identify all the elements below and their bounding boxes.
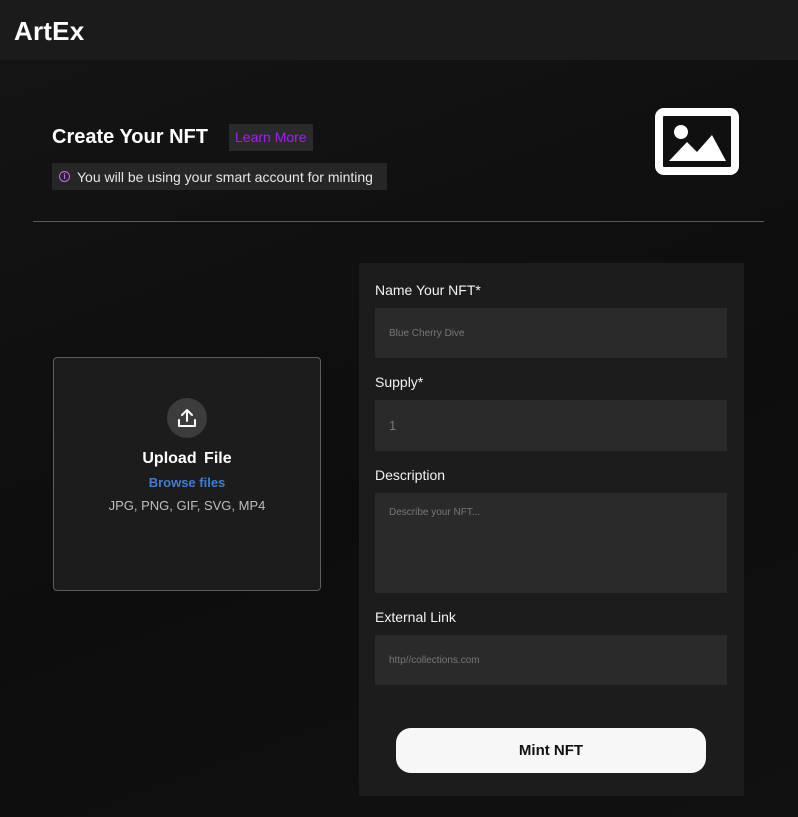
- upload-dropzone[interactable]: Upload File Browse files JPG, PNG, GIF, …: [53, 357, 321, 591]
- page-title: Create Your NFT: [52, 126, 208, 148]
- supported-formats: JPG, PNG, GIF, SVG, MP4: [108, 498, 266, 513]
- upload-icon[interactable]: [167, 398, 207, 438]
- info-icon: i: [59, 171, 70, 182]
- mint-nft-button[interactable]: Mint NFT: [396, 728, 706, 773]
- nft-form-panel: Name Your NFT* Supply* Description Exter…: [359, 263, 744, 796]
- top-bar: ArtEx: [0, 0, 798, 60]
- description-textarea[interactable]: [375, 493, 727, 593]
- browse-files-link[interactable]: Browse files: [54, 475, 320, 490]
- learn-more-link[interactable]: Learn More: [229, 124, 313, 151]
- supply-input[interactable]: [375, 400, 727, 451]
- smart-account-notice: i You will be using your smart account f…: [52, 163, 387, 190]
- name-label: Name Your NFT*: [375, 282, 481, 298]
- supply-label: Supply*: [375, 374, 424, 390]
- external-link-label: External Link: [375, 609, 456, 625]
- upload-title: Upload File: [142, 450, 232, 467]
- external-link-input[interactable]: [375, 635, 727, 685]
- image-placeholder-icon: [655, 108, 739, 175]
- section-divider: [33, 221, 764, 222]
- notice-text: You will be using your smart account for…: [77, 168, 373, 185]
- brand-logo[interactable]: ArtEx: [14, 14, 84, 48]
- name-input[interactable]: [375, 308, 727, 358]
- description-label: Description: [375, 467, 446, 483]
